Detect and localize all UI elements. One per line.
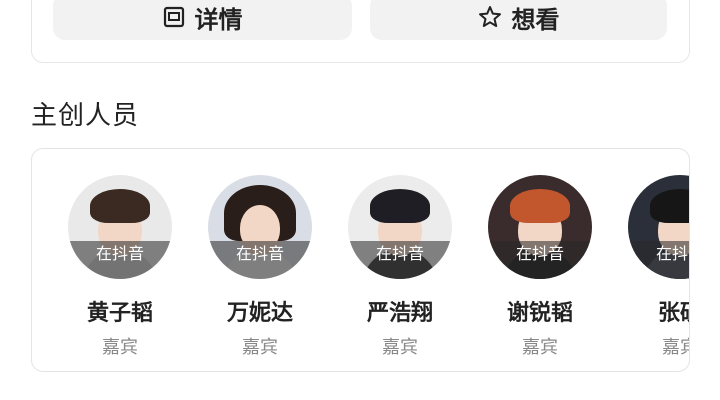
section-title: 主创人员 (31, 101, 140, 131)
member-name: 黄子韬 (86, 301, 153, 326)
member-role: 嘉宾 (522, 337, 558, 358)
member-name: 谢锐韬 (506, 301, 573, 326)
avatar[interactable]: 在抖音 (628, 175, 689, 279)
douyin-badge: 在抖音 (348, 241, 452, 279)
details-label: 详情 (194, 5, 243, 34)
avatar[interactable]: 在抖音 (348, 175, 452, 279)
douyin-badge: 在抖音 (208, 241, 312, 279)
member-role: 嘉宾 (102, 337, 138, 358)
cast-member[interactable]: 在抖音 黄子韬 嘉宾 (68, 175, 172, 359)
cast-member[interactable]: 在抖音 谢锐韬 嘉宾 (488, 175, 592, 359)
member-role: 嘉宾 (242, 337, 278, 358)
want-label: 想看 (511, 5, 560, 34)
douyin-badge: 在抖音 (68, 241, 172, 279)
want-to-watch-button[interactable]: 想看 (370, 0, 667, 40)
avatar[interactable]: 在抖音 (68, 175, 172, 279)
cast-member[interactable]: 在抖音 万妮达 嘉宾 (208, 175, 312, 359)
douyin-badge: 在抖音 (628, 241, 689, 279)
calendar-icon (163, 6, 185, 28)
avatar[interactable]: 在抖音 (208, 175, 312, 279)
douyin-badge: 在抖音 (488, 241, 592, 279)
cast-member[interactable]: 在抖音 张砚‍ 嘉宾 (628, 175, 689, 359)
member-role: 嘉宾 (382, 337, 418, 358)
member-name: 严浩翔 (366, 301, 433, 326)
cast-list: 在抖音 黄子韬 嘉宾 在抖音 万妮达 嘉宾 在抖音 严浩翔 嘉宾 在抖音 谢锐韬… (31, 148, 690, 372)
avatar[interactable]: 在抖音 (488, 175, 592, 279)
member-name: 万妮达 (226, 301, 293, 326)
details-button[interactable]: 详情 (53, 0, 352, 40)
cast-member[interactable]: 在抖音 严浩翔 嘉宾 (348, 175, 452, 359)
star-icon (478, 5, 502, 29)
member-name: 张砚‍ (657, 301, 689, 326)
member-role: 嘉宾 (662, 337, 689, 358)
